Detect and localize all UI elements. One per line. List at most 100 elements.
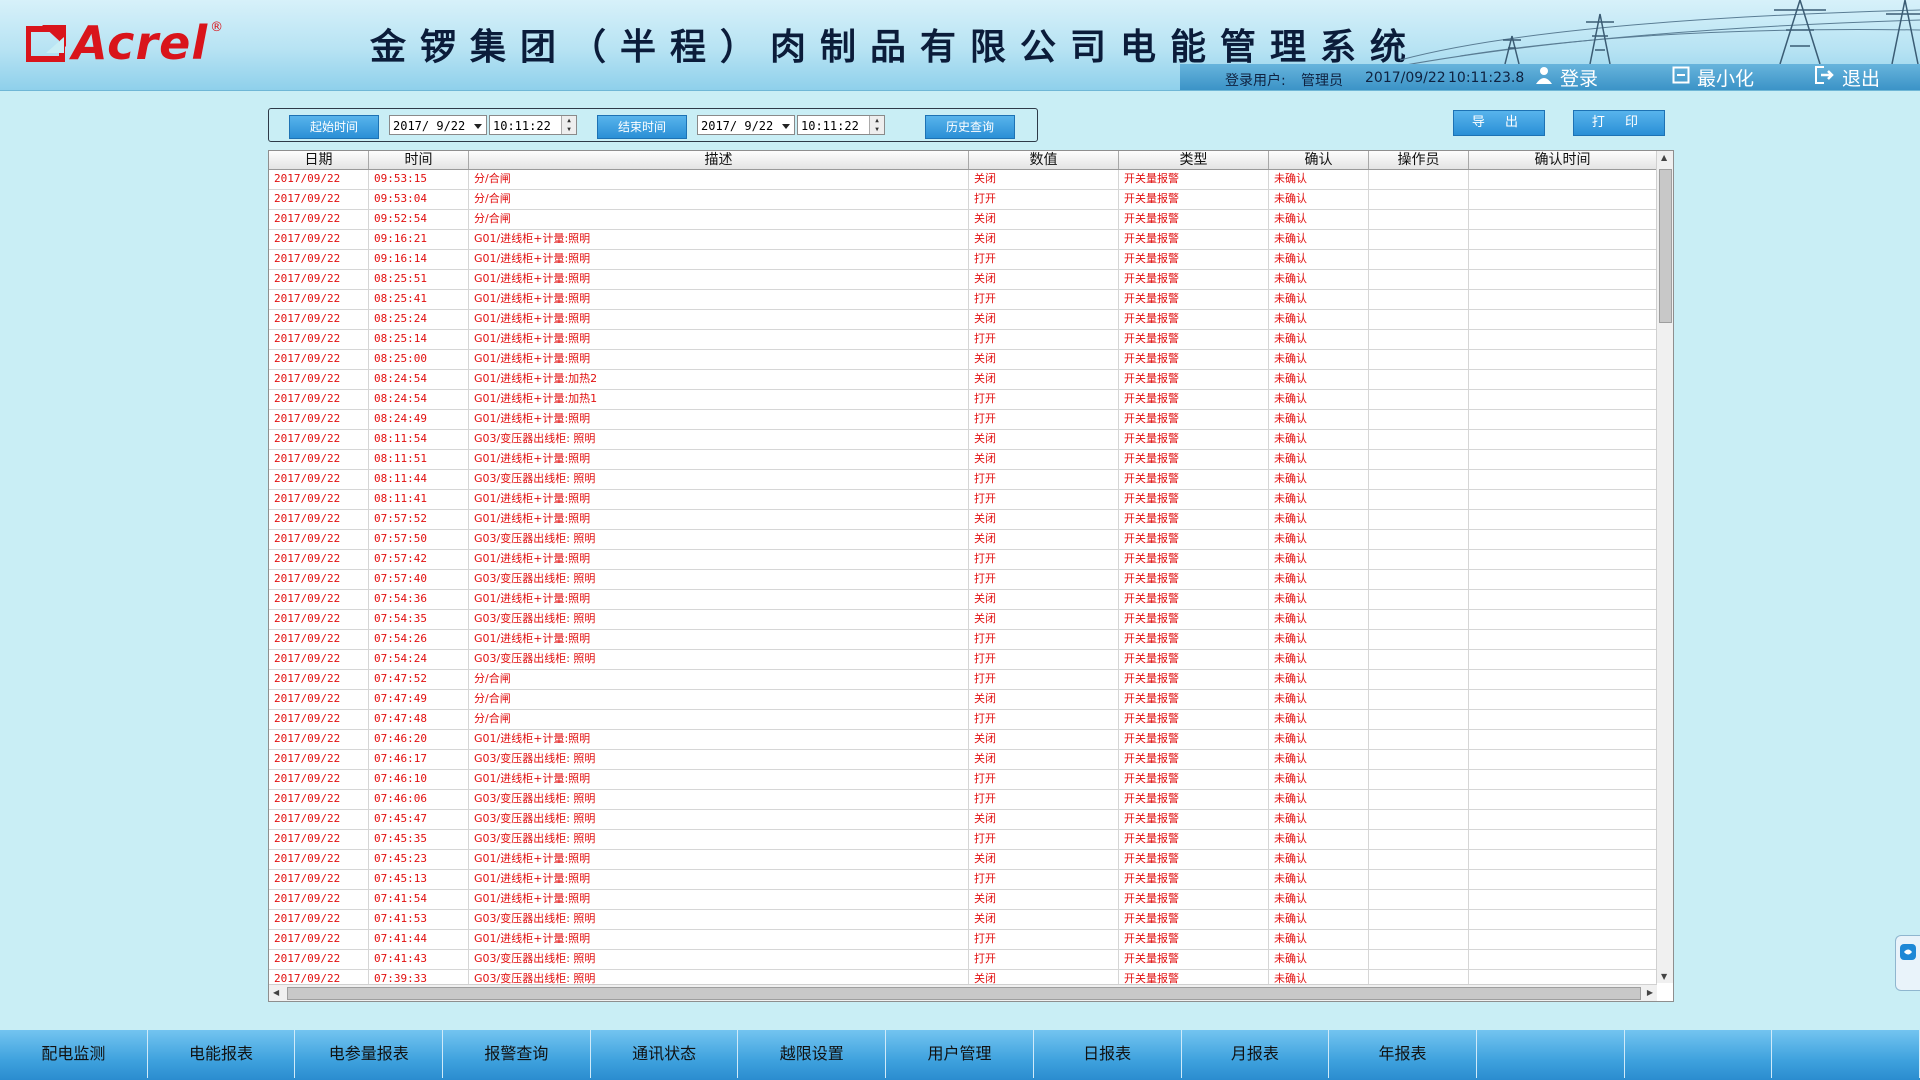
- col-operator-header[interactable]: 操作员: [1369, 151, 1469, 169]
- horizontal-scrollbar[interactable]: ◀ ▶: [269, 984, 1657, 1001]
- scroll-left-icon[interactable]: ◀: [273, 988, 279, 997]
- col-date-header[interactable]: 日期: [269, 151, 369, 169]
- start-time-button[interactable]: 起始时间: [289, 115, 379, 139]
- nav-item-2[interactable]: 电能报表: [148, 1030, 296, 1078]
- table-row[interactable]: 2017/09/22 08:11:44 G03/变压器出线柜: 照明 打开 开关量报警未…: [269, 470, 1657, 490]
- table-row[interactable]: 2017/09/22 08:25:14 G01/进线柜+计量:照明 打开 开关量报警 未确…: [269, 330, 1657, 350]
- table-row[interactable]: 2017/09/22 07:45:47 G03/变压器出线柜: 照明 关闭 开关量报警未…: [269, 810, 1657, 830]
- export-button[interactable]: 导 出: [1453, 110, 1545, 136]
- table-row[interactable]: 2017/09/22 07:54:24 G03/变压器出线柜: 照明 打开 开关量报警未…: [269, 650, 1657, 670]
- minimize-button[interactable]: 最小化: [1672, 64, 1754, 90]
- table-row[interactable]: 2017/09/22 07:45:23 G01/进线柜+计量:照明 关闭 开关量报警 未确…: [269, 850, 1657, 870]
- col-type-cell: 开关量报警: [1119, 890, 1269, 909]
- table-row[interactable]: 2017/09/22 08:11:54 G03/变压器出线柜: 照明 关闭 开关量报警未…: [269, 430, 1657, 450]
- nav-item-11[interactable]: [1477, 1030, 1625, 1078]
- scroll-up-icon[interactable]: ▲: [1661, 153, 1667, 162]
- col-confirm-time-cell: [1469, 790, 1657, 809]
- table-row[interactable]: 2017/09/22 07:41:43 G03/变压器出线柜: 照明 打开 开关量报警未…: [269, 950, 1657, 970]
- history-query-button[interactable]: 历史查询: [925, 115, 1015, 139]
- side-chat-tab[interactable]: [1895, 935, 1920, 991]
- print-button[interactable]: 打 印: [1573, 110, 1665, 136]
- table-row[interactable]: 2017/09/22 07:46:06 G03/变压器出线柜: 照明 打开 开关量报警未…: [269, 790, 1657, 810]
- col-confirm-cell: 未确认: [1269, 510, 1369, 529]
- table-row[interactable]: 2017/09/22 07:47:48 分/合闸 打开 开关量报警 未确认: [269, 710, 1657, 730]
- table-row[interactable]: 2017/09/22 07:54:26 G01/进线柜+计量:照明 打开 开关量报警 未确…: [269, 630, 1657, 650]
- nav-item-9[interactable]: 月报表: [1182, 1030, 1330, 1078]
- col-operator-cell: [1369, 310, 1469, 329]
- col-type-cell: 开关量报警: [1119, 930, 1269, 949]
- scroll-right-icon[interactable]: ▶: [1647, 988, 1653, 997]
- table-row[interactable]: 2017/09/22 07:41:54 G01/进线柜+计量:照明 关闭 开关量报警 未确…: [269, 890, 1657, 910]
- table-row[interactable]: 2017/09/22 08:25:00 G01/进线柜+计量:照明 关闭 开关量报警 未确…: [269, 350, 1657, 370]
- vertical-scroll-thumb[interactable]: [1659, 169, 1672, 323]
- table-row[interactable]: 2017/09/22 07:47:52 分/合闸 打开 开关量报警 未确认: [269, 670, 1657, 690]
- table-row[interactable]: 2017/09/22 09:16:14 G01/进线柜+计量:照明 打开 开关量报警 未确…: [269, 250, 1657, 270]
- col-value-cell: 关闭: [969, 270, 1119, 289]
- table-row[interactable]: 2017/09/22 07:54:36 G01/进线柜+计量:照明 关闭 开关量报警 未确…: [269, 590, 1657, 610]
- table-row[interactable]: 2017/09/22 07:46:17 G03/变压器出线柜: 照明 关闭 开关量报警未…: [269, 750, 1657, 770]
- nav-item-7[interactable]: 用户管理: [886, 1030, 1034, 1078]
- col-confirm-time-cell: [1469, 350, 1657, 369]
- end-time-input[interactable]: 10:11:22 ▲ ▼: [797, 115, 885, 135]
- table-row[interactable]: 2017/09/22 08:25:41 G01/进线柜+计量:照明 打开 开关量报警 未确…: [269, 290, 1657, 310]
- table-row[interactable]: 2017/09/22 08:11:41 G01/进线柜+计量:照明 打开 开关量报警 未确…: [269, 490, 1657, 510]
- table-row[interactable]: 2017/09/22 09:53:04 分/合闸 打开 开关量报警 未确认: [269, 190, 1657, 210]
- table-row[interactable]: 2017/09/22 07:45:35 G03/变压器出线柜: 照明 打开 开关量报警未…: [269, 830, 1657, 850]
- col-value-header[interactable]: 数值: [969, 151, 1119, 169]
- table-row[interactable]: 2017/09/22 07:46:20 G01/进线柜+计量:照明 关闭 开关量报警 未确…: [269, 730, 1657, 750]
- col-time-header[interactable]: 时间: [369, 151, 469, 169]
- vertical-scrollbar[interactable]: ▲ ▼: [1656, 151, 1673, 983]
- scroll-down-icon[interactable]: ▼: [1661, 972, 1667, 981]
- col-description-cell: G03/变压器出线柜: 照明: [469, 910, 969, 929]
- col-type-cell: 开关量报警: [1119, 210, 1269, 229]
- table-row[interactable]: 2017/09/22 08:25:24 G01/进线柜+计量:照明 关闭 开关量报警 未确…: [269, 310, 1657, 330]
- table-row[interactable]: 2017/09/22 07:47:49 分/合闸 关闭 开关量报警 未确认: [269, 690, 1657, 710]
- table-row[interactable]: 2017/09/22 08:24:54 G01/进线柜+计量:加热1 打开 开关量报警未…: [269, 390, 1657, 410]
- spinner-icon[interactable]: ▲ ▼: [561, 116, 576, 134]
- col-confirm-time-header[interactable]: 确认时间: [1469, 151, 1657, 169]
- nav-item-3[interactable]: 电参量报表: [295, 1030, 444, 1078]
- col-description-cell: G03/变压器出线柜: 照明: [469, 790, 969, 809]
- table-row[interactable]: 2017/09/22 09:52:54 分/合闸 关闭 开关量报警 未确认: [269, 210, 1657, 230]
- col-description-cell: G01/进线柜+计量:照明: [469, 730, 969, 749]
- col-operator-cell: [1369, 230, 1469, 249]
- spinner-icon[interactable]: ▲ ▼: [869, 116, 884, 134]
- end-date-select[interactable]: 2017/ 9/22: [697, 115, 795, 135]
- start-date-select[interactable]: 2017/ 9/22: [389, 115, 487, 135]
- table-row[interactable]: 2017/09/22 08:11:51 G01/进线柜+计量:照明 关闭 开关量报警 未确…: [269, 450, 1657, 470]
- nav-item-10[interactable]: 年报表: [1329, 1030, 1477, 1078]
- col-confirm-header[interactable]: 确认: [1269, 151, 1369, 169]
- nav-item-8[interactable]: 日报表: [1034, 1030, 1182, 1078]
- bottom-navigation: 配电监测 电能报表 电参量报表 报警查询 通讯状态 越限设置 用户管理 日报表 月报表 年报表: [0, 1030, 1920, 1080]
- col-description-header[interactable]: 描述: [469, 151, 969, 169]
- table-row[interactable]: 2017/09/22 09:53:15 分/合闸 关闭 开关量报警 未确认: [269, 170, 1657, 190]
- table-row[interactable]: 2017/09/22 08:25:51 G01/进线柜+计量:照明 关闭 开关量报警 未确…: [269, 270, 1657, 290]
- horizontal-scroll-thumb[interactable]: [287, 987, 1641, 1000]
- col-operator-cell: [1369, 170, 1469, 189]
- nav-item-6[interactable]: 越限设置: [738, 1030, 887, 1078]
- nav-item-5[interactable]: 通讯状态: [591, 1030, 739, 1078]
- table-row[interactable]: 2017/09/22 07:57:42 G01/进线柜+计量:照明 打开 开关量报警 未确…: [269, 550, 1657, 570]
- nav-item-12[interactable]: [1625, 1030, 1773, 1078]
- table-row[interactable]: 2017/09/22 07:41:44 G01/进线柜+计量:照明 打开 开关量报警 未确…: [269, 930, 1657, 950]
- table-row[interactable]: 2017/09/22 08:24:49 G01/进线柜+计量:照明 打开 开关量报警 未确…: [269, 410, 1657, 430]
- nav-item-1[interactable]: 配电监测: [0, 1030, 148, 1078]
- current-time: 10:11:23.8: [1448, 70, 1525, 86]
- table-row[interactable]: 2017/09/22 08:24:54 G01/进线柜+计量:加热2 关闭 开关量报警未…: [269, 370, 1657, 390]
- table-row[interactable]: 2017/09/22 07:57:40 G03/变压器出线柜: 照明 打开 开关量报警未…: [269, 570, 1657, 590]
- col-confirm-cell: 未确认: [1269, 390, 1369, 409]
- exit-button[interactable]: 退出: [1815, 64, 1880, 90]
- table-row[interactable]: 2017/09/22 09:16:21 G01/进线柜+计量:照明 关闭 开关量报警 未确…: [269, 230, 1657, 250]
- table-row[interactable]: 2017/09/22 07:57:50 G03/变压器出线柜: 照明 关闭 开关量报警未…: [269, 530, 1657, 550]
- start-time-input[interactable]: 10:11:22 ▲ ▼: [489, 115, 577, 135]
- end-time-button[interactable]: 结束时间: [597, 115, 687, 139]
- col-type-header[interactable]: 类型: [1119, 151, 1269, 169]
- table-row[interactable]: 2017/09/22 07:41:53 G03/变压器出线柜: 照明 关闭 开关量报警未…: [269, 910, 1657, 930]
- nav-item-4[interactable]: 报警查询: [443, 1030, 591, 1078]
- table-row[interactable]: 2017/09/22 07:46:10 G01/进线柜+计量:照明 打开 开关量报警 未确…: [269, 770, 1657, 790]
- login-button[interactable]: 登录: [1535, 64, 1598, 90]
- table-row[interactable]: 2017/09/22 07:54:35 G03/变压器出线柜: 照明 关闭 开关量报警未…: [269, 610, 1657, 630]
- nav-item-13[interactable]: [1772, 1030, 1920, 1078]
- table-row[interactable]: 2017/09/22 07:57:52 G01/进线柜+计量:照明 关闭 开关量报警 未确…: [269, 510, 1657, 530]
- table-row[interactable]: 2017/09/22 07:45:13 G01/进线柜+计量:照明 打开 开关量报警 未确…: [269, 870, 1657, 890]
